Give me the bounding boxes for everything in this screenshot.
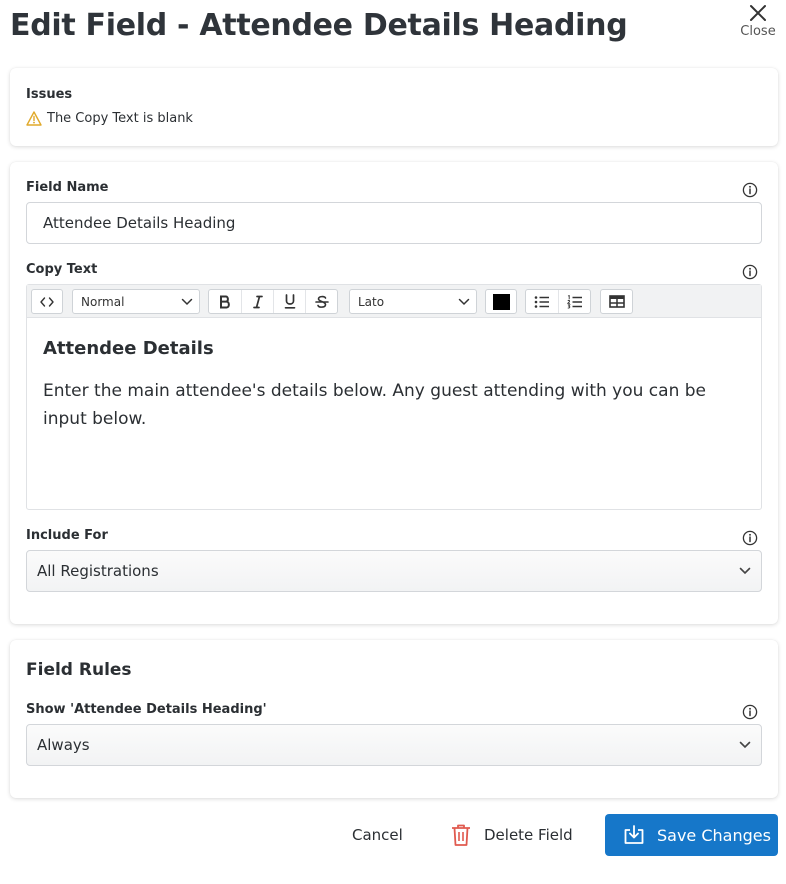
- include-for-label: Include For: [26, 528, 108, 543]
- underline-icon: [284, 294, 295, 309]
- warning-icon: [26, 111, 42, 126]
- bold-icon: [220, 295, 230, 308]
- trash-icon: [452, 824, 470, 846]
- issues-label: Issues: [26, 87, 73, 102]
- list-group: [525, 289, 591, 314]
- table-icon: [608, 295, 625, 308]
- field-rules-panel: Field Rules Show 'Attendee Details Headi…: [10, 640, 778, 798]
- format-select-value: Normal: [81, 294, 125, 309]
- code-view-button[interactable]: [31, 289, 63, 314]
- strikethrough-icon: [314, 295, 329, 308]
- bold-button[interactable]: [209, 290, 241, 313]
- page-title: Edit Field - Attendee Details Heading: [10, 8, 628, 43]
- text-style-group: [208, 289, 338, 314]
- text-color-button[interactable]: [485, 289, 517, 314]
- strikethrough-button[interactable]: [305, 290, 337, 313]
- include-for-select[interactable]: All Registrations: [26, 550, 762, 592]
- info-icon[interactable]: [742, 530, 758, 546]
- numbered-list-button[interactable]: [558, 290, 590, 313]
- italic-button[interactable]: [241, 290, 273, 313]
- show-condition-select[interactable]: Always: [26, 724, 762, 766]
- delete-field-label: Delete Field: [484, 826, 573, 844]
- cancel-button[interactable]: Cancel: [352, 814, 403, 856]
- numbered-list-icon: [566, 294, 582, 308]
- color-swatch: [492, 293, 510, 310]
- editor-paragraph: Enter the main attendee's details below.…: [43, 381, 706, 429]
- chevron-down-icon: [739, 741, 751, 749]
- issue-item: The Copy Text is blank: [26, 111, 193, 126]
- editor-heading: Attendee Details: [43, 338, 214, 359]
- chevron-down-icon: [181, 298, 193, 305]
- delete-field-button[interactable]: Delete Field: [450, 814, 573, 856]
- editor-content-area[interactable]: Attendee Details Enter the main attendee…: [27, 318, 761, 433]
- code-icon: [40, 296, 54, 307]
- save-changes-label: Save Changes: [657, 825, 771, 845]
- show-condition-value: Always: [37, 736, 90, 754]
- chevron-down-icon: [739, 567, 751, 575]
- bullet-list-button[interactable]: [526, 290, 558, 313]
- info-icon[interactable]: [742, 264, 758, 280]
- field-name-label: Field Name: [26, 180, 109, 195]
- underline-button[interactable]: [273, 290, 305, 313]
- save-changes-button[interactable]: Save Changes: [605, 814, 778, 856]
- close-icon: [750, 5, 766, 21]
- close-button[interactable]: Close: [738, 4, 778, 39]
- font-select[interactable]: Lato: [349, 289, 477, 314]
- info-icon[interactable]: [742, 704, 758, 720]
- info-icon[interactable]: [742, 182, 758, 198]
- chevron-down-icon: [458, 298, 470, 305]
- include-for-value: All Registrations: [37, 562, 159, 580]
- show-condition-label: Show 'Attendee Details Heading': [26, 702, 267, 717]
- rich-text-editor[interactable]: Normal Lato Attendee Details Enter the m…: [26, 284, 762, 510]
- italic-icon: [252, 295, 263, 308]
- bullet-list-icon: [534, 295, 549, 308]
- issue-text: The Copy Text is blank: [47, 111, 193, 126]
- field-name-input[interactable]: [26, 202, 762, 244]
- save-download-icon: [624, 825, 644, 844]
- insert-table-button[interactable]: [600, 289, 633, 314]
- font-select-value: Lato: [358, 294, 385, 309]
- field-settings-panel: Field Name Copy Text Normal: [10, 162, 778, 624]
- issues-panel: Issues The Copy Text is blank: [10, 68, 778, 146]
- format-select[interactable]: Normal: [72, 289, 200, 314]
- editor-toolbar: Normal Lato: [27, 285, 761, 318]
- copy-text-label: Copy Text: [26, 262, 98, 277]
- field-rules-title: Field Rules: [26, 660, 132, 680]
- close-label: Close: [740, 24, 776, 39]
